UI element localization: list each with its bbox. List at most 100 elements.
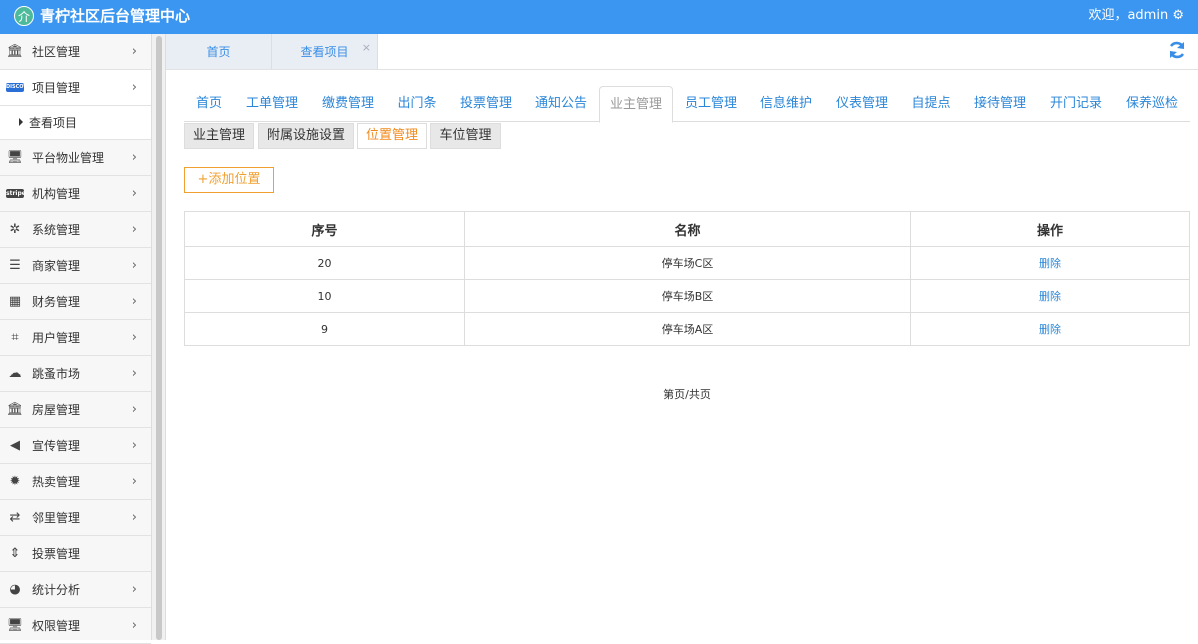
- sidebar-item-housing[interactable]: 🏛 房屋管理 ›: [0, 392, 151, 428]
- subtab-parking[interactable]: 车位管理: [430, 123, 501, 149]
- tab-notices[interactable]: 通知公告: [524, 86, 598, 122]
- sidebar-item-organization[interactable]: stripe 机构管理 ›: [0, 176, 151, 212]
- sidebar-item-neighborhood[interactable]: ⇄ 邻里管理 ›: [0, 500, 151, 536]
- tab-reception[interactable]: 接待管理: [962, 86, 1038, 122]
- bank-icon: 🏛: [6, 402, 24, 417]
- sidebar-item-platform-property[interactable]: 🖥 平台物业管理 ›: [0, 140, 151, 176]
- sidebar-item-system[interactable]: ✲ 系统管理 ›: [0, 212, 151, 248]
- tab-pickup-points[interactable]: 自提点: [900, 86, 962, 122]
- sidebar-item-label: 权限管理: [32, 619, 81, 633]
- cell-index: 9: [184, 312, 465, 346]
- chevron-right-icon: ›: [131, 330, 137, 345]
- monitor-icon: 🖥: [6, 618, 24, 633]
- tab-meters[interactable]: 仪表管理: [824, 86, 900, 122]
- bars-icon: ☰: [9, 258, 21, 273]
- user-welcome-menu[interactable]: 欢迎，admin ⚙: [1088, 8, 1184, 24]
- sidebar-item-label: 邻里管理: [32, 511, 81, 525]
- subtab-facilities[interactable]: 附属设施设置: [258, 123, 354, 149]
- delete-link[interactable]: 删除: [1039, 290, 1061, 303]
- volume-icon: ◀: [10, 438, 20, 453]
- cloud-icon: ☁: [8, 366, 22, 381]
- sidebar-scrollbar[interactable]: [152, 34, 166, 640]
- bank-icon: 🏛: [6, 44, 24, 59]
- cell-name: 停车场B区: [464, 279, 911, 313]
- cell-name: 停车场A区: [464, 312, 911, 346]
- location-table: 序号 名称 操作 20 停车场C区 删除 10 停车场B区 删除 9 停车场A区…: [184, 211, 1190, 346]
- tab-owners[interactable]: 业主管理: [599, 86, 673, 123]
- sidebar-item-label: 跳蚤市场: [32, 367, 81, 381]
- chevron-right-icon: ›: [131, 44, 137, 59]
- chevron-right-icon: ›: [131, 186, 137, 201]
- sidebar-item-label: 项目管理: [32, 81, 81, 95]
- tab-exit-pass[interactable]: 出门条: [386, 86, 448, 122]
- tab-payments[interactable]: 缴费管理: [310, 86, 386, 122]
- table-row: 20 停车场C区 删除: [184, 246, 1190, 280]
- page-tab-label: 查看项目: [300, 45, 349, 59]
- cell-index: 10: [184, 279, 465, 313]
- subtab-locations[interactable]: 位置管理: [357, 123, 427, 149]
- discover-card-icon: DISCOVER: [6, 83, 35, 92]
- sidebar-item-flea-market[interactable]: ☁ 跳蚤市场 ›: [0, 356, 151, 392]
- sidebar-item-finance[interactable]: ▦ 财务管理 ›: [0, 284, 151, 320]
- page-tab-home[interactable]: 首页: [166, 34, 272, 69]
- sidebar-item-projects[interactable]: DISCOVER 项目管理 ›: [0, 70, 151, 106]
- sidebar-item-users[interactable]: ⌗ 用户管理 ›: [0, 320, 151, 356]
- page-tab-view-project[interactable]: 查看项目 ×: [272, 34, 378, 69]
- sidebar-item-label: 平台物业管理: [32, 151, 105, 165]
- sidebar-item-label: 用户管理: [32, 331, 81, 345]
- chevron-right-icon: ›: [131, 294, 137, 309]
- sidebar-item-label: 社区管理: [32, 45, 81, 59]
- sidebar-item-promotion[interactable]: ◀ 宣传管理 ›: [0, 428, 151, 464]
- pagination-text: 第页/共页: [663, 388, 711, 401]
- top-header: 介 青柠社区后台管理中心 欢迎，admin ⚙: [0, 0, 1198, 34]
- sidebar-item-label: 投票管理: [32, 547, 81, 561]
- sidebar-item-label: 机构管理: [32, 187, 81, 201]
- add-location-button[interactable]: +添加位置: [184, 167, 274, 193]
- sidebar-item-statistics[interactable]: ◕ 统计分析 ›: [0, 572, 151, 608]
- column-header-action: 操作: [910, 211, 1190, 247]
- delete-link[interactable]: 删除: [1039, 257, 1061, 270]
- logo-icon: 介: [14, 6, 34, 26]
- tab-door-records[interactable]: 开门记录: [1038, 86, 1114, 122]
- sidebar-item-label: 宣传管理: [32, 439, 81, 453]
- chevron-right-icon: ›: [131, 366, 137, 381]
- cell-action: 删除: [910, 312, 1190, 346]
- refresh-icon[interactable]: [1166, 40, 1188, 62]
- subtab-owners[interactable]: 业主管理: [184, 123, 254, 149]
- delete-link[interactable]: 删除: [1039, 323, 1061, 336]
- sidebar-item-permissions[interactable]: 🖥 权限管理 ›: [0, 608, 151, 644]
- scrollbar-thumb[interactable]: [156, 36, 162, 640]
- crop-icon: ⌗: [11, 330, 19, 345]
- table-row: 10 停车场B区 删除: [184, 279, 1190, 313]
- sidebar-item-voting[interactable]: ⇕ 投票管理: [0, 536, 151, 572]
- chevron-right-icon: ›: [131, 150, 137, 165]
- sidebar-item-label: 统计分析: [32, 583, 81, 597]
- close-icon[interactable]: ×: [362, 30, 371, 66]
- tab-work-orders[interactable]: 工单管理: [234, 86, 310, 122]
- cell-action: 删除: [910, 279, 1190, 313]
- sidebar-subitem-label: 查看项目: [29, 116, 78, 130]
- sidebar-item-merchant[interactable]: ☰ 商家管理 ›: [0, 248, 151, 284]
- sidebar-item-hot-sale[interactable]: ✹ 热卖管理 ›: [0, 464, 151, 500]
- sidebar-subitem-view-project[interactable]: 查看项目: [0, 106, 151, 140]
- tab-home[interactable]: 首页: [184, 86, 234, 122]
- sort-icon: ⇕: [9, 546, 21, 561]
- sidebar-item-label: 商家管理: [32, 259, 81, 273]
- tab-voting[interactable]: 投票管理: [448, 86, 524, 122]
- sidebar-item-label: 热卖管理: [32, 475, 81, 489]
- calculator-icon: ▦: [8, 294, 22, 309]
- module-tab-bar: 首页 工单管理 缴费管理 出门条 投票管理 通知公告 业主管理 员工管理 信息维…: [184, 86, 1190, 123]
- sidebar-item-label: 系统管理: [32, 223, 81, 237]
- chevron-right-icon: ›: [131, 438, 137, 453]
- sidebar-item-label: 房屋管理: [32, 403, 81, 417]
- tab-maintenance-patrol[interactable]: 保养巡检: [1114, 86, 1190, 122]
- cell-index: 20: [184, 246, 465, 280]
- monitor-icon: 🖥: [6, 150, 24, 165]
- tab-staff[interactable]: 员工管理: [674, 86, 748, 122]
- caret-right-icon: [19, 118, 23, 126]
- table-row: 9 停车场A区 删除: [184, 312, 1190, 346]
- tab-info-maintenance[interactable]: 信息维护: [748, 86, 824, 122]
- chevron-right-icon: ›: [131, 582, 137, 597]
- chevron-right-icon: ›: [131, 222, 137, 237]
- sidebar-item-community[interactable]: 🏛 社区管理 ›: [0, 34, 151, 70]
